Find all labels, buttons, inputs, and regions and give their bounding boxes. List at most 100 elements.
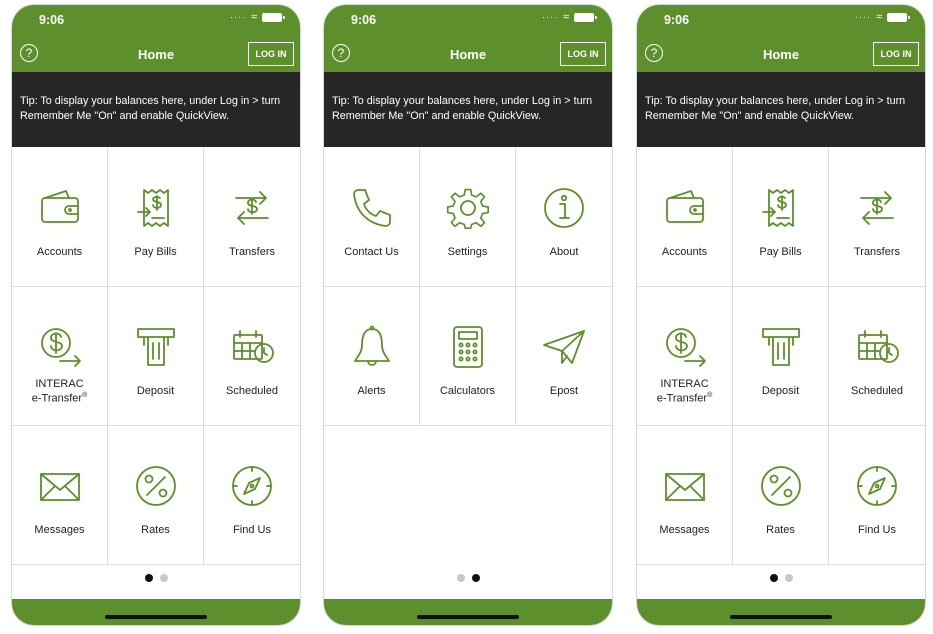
quickview-tip: Tip: To display your balances here, unde… — [637, 72, 925, 147]
battery-icon — [887, 12, 910, 22]
bell-icon — [348, 323, 396, 371]
page-dot-2[interactable] — [784, 574, 793, 582]
menu-item-messages[interactable]: Messages — [637, 426, 733, 565]
quickview-tip: Tip: To display your balances here, unde… — [12, 72, 300, 147]
etransfer-icon — [661, 323, 709, 371]
menu-item-label: Pay Bills — [134, 246, 177, 258]
menu-item-calculators[interactable]: Calculators — [420, 287, 516, 426]
status-icons: ···· ≈ — [229, 11, 285, 23]
menu-item-label: Pay Bills — [759, 246, 802, 258]
info-icon — [540, 184, 588, 232]
bill-icon — [757, 184, 805, 232]
gear-icon — [444, 184, 492, 232]
wifi-icon: ≈ — [250, 11, 257, 23]
menu-item-alerts[interactable]: Alerts — [324, 287, 420, 426]
menu-item-label: About — [549, 246, 579, 258]
phone-screen-2: 9:06 ···· ≈? Home LOG IN Tip: To display your… — [324, 5, 612, 625]
percent-icon — [757, 462, 805, 510]
menu-item-label: Transfers — [853, 246, 901, 258]
menu-item-label: Rates — [766, 524, 795, 536]
login-button[interactable]: LOG IN — [873, 42, 919, 66]
home-indicator[interactable] — [105, 615, 207, 619]
menu-item-label: Deposit — [761, 385, 800, 397]
menu-item-about[interactable]: About — [516, 148, 612, 287]
menu-item-messages[interactable]: Messages — [12, 426, 108, 565]
page-dot-1[interactable] — [769, 574, 778, 582]
menu-item-pay-bills[interactable]: Pay Bills — [108, 148, 204, 287]
page-dot-2[interactable] — [471, 574, 480, 582]
signal-icon: ···· — [229, 12, 246, 22]
menu-item-label: Epost — [549, 385, 579, 397]
menu-item-rates[interactable]: Rates — [733, 426, 829, 565]
compass-icon — [228, 462, 276, 510]
wifi-icon: ≈ — [875, 11, 882, 23]
menu-item-deposit[interactable]: Deposit — [733, 287, 829, 426]
menu-item-deposit[interactable]: Deposit — [108, 287, 204, 426]
status-time: 9:06 — [351, 13, 377, 27]
menu-item-accounts[interactable]: Accounts — [637, 148, 733, 287]
login-button[interactable]: LOG IN — [248, 42, 294, 66]
menu-item-scheduled[interactable]: Scheduled — [204, 287, 300, 426]
menu-item-interac[interactable]: INTERAC e-Transfer® — [12, 287, 108, 426]
menu-item-transfers[interactable]: Transfers — [204, 148, 300, 287]
deposit-icon — [132, 323, 180, 371]
menu-item-label: Alerts — [357, 385, 386, 397]
page-indicator[interactable] — [637, 574, 925, 582]
bottom-bar — [637, 599, 925, 625]
envelope-icon — [661, 462, 709, 510]
phone-screen-1: 9:06 ···· ≈? Home LOG IN Tip: To display your… — [12, 5, 300, 625]
page-dot-1[interactable] — [144, 574, 153, 582]
menu-item-contact-us[interactable]: Contact Us — [324, 148, 420, 287]
menu-item-label: Transfers — [228, 246, 276, 258]
phone-screen-3: 9:06 ···· ≈? Home LOG IN Tip: To display your… — [637, 5, 925, 625]
scheduled-icon — [228, 323, 276, 371]
paper-plane-icon — [540, 323, 588, 371]
menu-item-label: Scheduled — [226, 385, 278, 397]
phone-icon — [348, 184, 396, 232]
status-time: 9:06 — [664, 13, 690, 27]
status-icons: ···· ≈ — [854, 11, 910, 23]
menu-item-label: Calculators — [439, 385, 496, 397]
menu-item-transfers[interactable]: Transfers — [829, 148, 925, 287]
menu-item-find-us[interactable]: Find Us — [204, 426, 300, 565]
menu-item-epost[interactable]: Epost — [516, 287, 612, 426]
menu-item-label: INTERAC e-Transfer® — [31, 378, 88, 405]
page-indicator[interactable] — [324, 574, 612, 582]
signal-icon: ···· — [854, 12, 871, 22]
calculator-icon — [444, 323, 492, 371]
menu-item-interac[interactable]: INTERAC e-Transfer® — [637, 287, 733, 426]
menu-item-scheduled[interactable]: Scheduled — [829, 287, 925, 426]
battery-icon — [262, 12, 285, 22]
page-indicator[interactable] — [12, 574, 300, 582]
menu-item-label: Accounts — [661, 246, 708, 258]
nav-bar: 9:06 ···· ≈? Home LOG IN — [637, 5, 925, 72]
menu-item-label: Find Us — [858, 524, 896, 536]
menu-item-accounts[interactable]: Accounts — [12, 148, 108, 287]
page-dot-1[interactable] — [456, 574, 465, 582]
status-icons: ···· ≈ — [541, 11, 597, 23]
menu-item-settings[interactable]: Settings — [420, 148, 516, 287]
envelope-icon — [36, 462, 84, 510]
transfer-icon — [853, 184, 901, 232]
menu-item-find-us[interactable]: Find Us — [829, 426, 925, 565]
wallet-icon — [36, 184, 84, 232]
home-indicator[interactable] — [417, 615, 519, 619]
menu-item-label: Find Us — [233, 524, 271, 536]
menu-item-label: Messages — [34, 524, 85, 536]
menu-item-pay-bills[interactable]: Pay Bills — [733, 148, 829, 287]
nav-bar: 9:06 ···· ≈? Home LOG IN — [12, 5, 300, 72]
menu-item-label: Settings — [447, 246, 488, 258]
page-dot-2[interactable] — [159, 574, 168, 582]
menu-item-label: INTERAC e-Transfer® — [656, 378, 713, 405]
login-button[interactable]: LOG IN — [560, 42, 606, 66]
menu-item-rates[interactable]: Rates — [108, 426, 204, 565]
home-indicator[interactable] — [730, 615, 832, 619]
battery-icon — [574, 12, 597, 22]
percent-icon — [132, 462, 180, 510]
signal-icon: ···· — [541, 12, 558, 22]
scheduled-icon — [853, 323, 901, 371]
bottom-bar — [12, 599, 300, 625]
transfer-icon — [228, 184, 276, 232]
menu-item-label: Messages — [659, 524, 710, 536]
status-time: 9:06 — [39, 13, 65, 27]
